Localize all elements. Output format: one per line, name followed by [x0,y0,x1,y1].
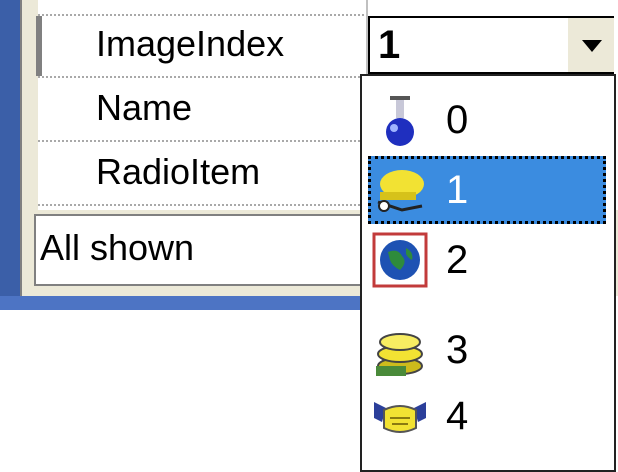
dropdown-item-label: 2 [446,238,469,282]
handshake-icon [374,402,426,433]
imageindex-value: 1 [378,23,401,67]
dropdown-item-label: 3 [446,328,469,372]
property-name-imageindex[interactable]: ImageIndex [38,18,366,70]
status-label: All shown [40,227,195,268]
property-name-radioitem[interactable]: RadioItem [38,146,366,198]
selected-row-marker [36,16,42,76]
coins-icon [376,333,423,376]
dropdown-item-label: 1 [446,168,469,212]
row-divider [38,14,368,16]
row-divider [38,140,368,142]
dropdown-item-label: 0 [446,98,469,142]
window-frame-bottom [0,296,368,310]
dropdown-item-0[interactable]: 0 [368,86,606,154]
image-index-dropdown-list[interactable]: 0 1 2 3 4 [360,74,616,472]
dropdown-item-2[interactable]: 2 [368,226,606,294]
dropdown-item-1[interactable]: 1 [368,156,606,224]
row-divider [38,204,368,206]
flask-icon [386,96,414,146]
dropdown-item-3[interactable]: 3 [368,316,606,384]
chevron-down-icon [582,40,602,52]
property-name-name[interactable]: Name [38,82,366,134]
window-frame-left [0,0,20,310]
dropdown-item-4[interactable]: 4 [368,382,606,450]
dropdown-button[interactable] [566,18,614,72]
dropdown-item-label: 4 [446,394,469,438]
globe-icon [372,232,428,288]
helmet-icon [377,170,424,212]
row-divider [38,76,368,78]
filter-status[interactable]: All shown [34,214,364,286]
